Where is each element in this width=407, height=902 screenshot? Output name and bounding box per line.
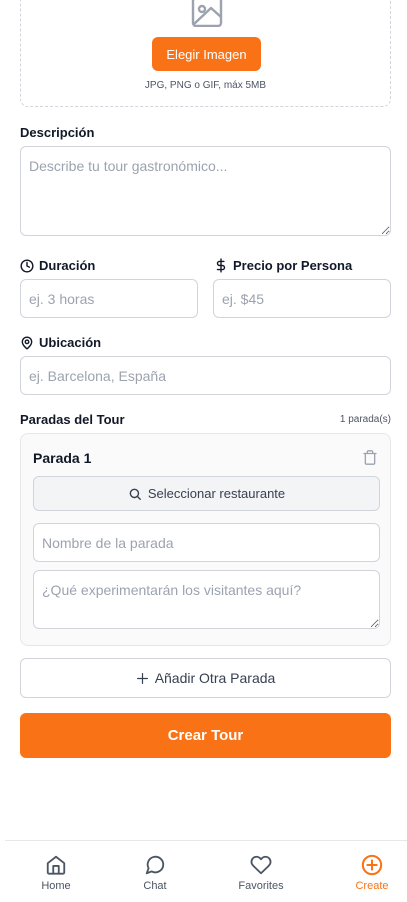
stop-count: 1 parada(s) <box>339 414 391 425</box>
nav-chat-label: Chat <box>143 880 167 892</box>
map-pin-icon <box>21 336 33 350</box>
nav-favorites-label: Favorites <box>238 880 284 892</box>
tour-stops-title: Paradas del Tour <box>20 412 125 427</box>
image-upload-area[interactable]: Elegir Imagen JPG, PNG o GIF, máx 5MB <box>20 0 391 107</box>
stop-card: Parada 1 Seleccionar restaurante <box>20 433 391 646</box>
duration-label: Duración <box>20 258 95 273</box>
nav-chat[interactable]: Chat <box>115 841 195 902</box>
nav-favorites[interactable]: Favorites <box>221 841 301 902</box>
nav-create-label: Create <box>355 880 389 892</box>
nav-home[interactable]: Home <box>16 841 96 902</box>
select-restaurant-label: Seleccionar restaurante <box>147 486 286 501</box>
choose-image-button[interactable]: Elegir Imagen <box>152 37 261 71</box>
bottom-nav: Home Chat Favorites Create <box>5 840 407 902</box>
trash-icon[interactable] <box>362 449 378 466</box>
description-label: Descripción <box>20 125 94 140</box>
duration-label-text: Duración <box>39 258 96 273</box>
home-icon <box>46 855 66 875</box>
price-label: Precio por Persona <box>214 258 352 273</box>
search-icon <box>129 488 141 500</box>
location-label-text: Ubicación <box>39 335 102 350</box>
plus-icon <box>136 672 148 684</box>
image-icon <box>191 0 223 27</box>
nav-home-label: Home <box>41 880 71 892</box>
duration-input[interactable] <box>20 279 198 318</box>
clock-icon <box>20 258 34 273</box>
description-textarea[interactable] <box>20 146 391 236</box>
location-input[interactable] <box>20 356 391 395</box>
add-stop-label: Añadir Otra Parada <box>154 670 276 686</box>
plus-circle-icon <box>361 854 383 876</box>
stop-experience-textarea[interactable] <box>33 570 380 629</box>
create-tour-button[interactable]: Crear Tour <box>20 713 391 758</box>
price-label-text: Precio por Persona <box>233 258 353 273</box>
stop-name-input[interactable] <box>33 523 380 562</box>
location-label: Ubicación <box>20 335 101 350</box>
nav-create[interactable]: Create <box>332 841 407 902</box>
stop-title: Parada 1 <box>33 450 92 466</box>
select-restaurant-button[interactable]: Seleccionar restaurante <box>33 476 380 511</box>
add-stop-button[interactable]: Añadir Otra Parada <box>20 658 391 698</box>
upload-hint: JPG, PNG o GIF, máx 5MB <box>144 80 267 91</box>
heart-icon <box>250 855 272 875</box>
price-input[interactable] <box>213 279 391 318</box>
dollar-icon <box>216 258 226 273</box>
chat-icon <box>145 855 165 875</box>
description-label-text: Descripción <box>20 125 95 140</box>
